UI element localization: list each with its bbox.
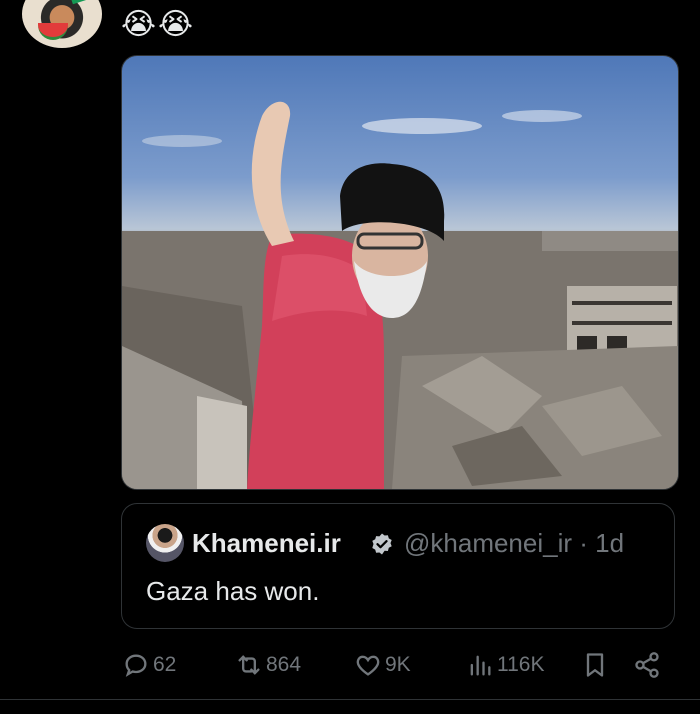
- quoted-text: Gaza has won.: [146, 576, 320, 606]
- bookmark-button[interactable]: [581, 651, 612, 679]
- reply-icon: [125, 654, 147, 677]
- author-avatar[interactable]: [22, 0, 102, 48]
- quoted-tweet[interactable]: Khamenei.ir @khamenei_ir · 1d Gaza has w…: [121, 503, 675, 629]
- post-image[interactable]: [121, 55, 679, 490]
- quoted-author-avatar[interactable]: [146, 524, 184, 562]
- handle-separator: ·: [579, 528, 588, 558]
- repost-icon: [238, 655, 260, 675]
- like-icon: [356, 655, 380, 676]
- action-bar: 62 864 9K 116K: [0, 645, 700, 689]
- share-button[interactable]: [633, 651, 664, 679]
- reply-count: 62: [153, 653, 177, 676]
- view-count: 116K: [497, 653, 545, 676]
- quoted-author-name[interactable]: Khamenei.ir: [192, 528, 341, 559]
- bookmark-icon: [586, 653, 604, 677]
- reply-button[interactable]: 62: [122, 651, 176, 679]
- quoted-handle-line: @khamenei_ir · 1d: [404, 528, 624, 559]
- verified-badge-icon: [372, 533, 392, 555]
- watermelon-graphic: [38, 23, 68, 40]
- bottom-divider: [0, 699, 700, 700]
- views-icon: [470, 655, 491, 676]
- image-scene: [122, 101, 678, 489]
- views-button[interactable]: 116K: [466, 651, 545, 679]
- like-button[interactable]: 9K: [354, 651, 411, 679]
- share-icon: [635, 652, 659, 678]
- repost-count: 864: [266, 653, 302, 676]
- flag-graphic: [68, 0, 102, 5]
- like-count: 9K: [385, 653, 411, 676]
- post-text: 😭😭: [121, 7, 196, 42]
- quoted-timestamp[interactable]: 1d: [595, 528, 624, 558]
- repost-button[interactable]: 864: [235, 651, 301, 679]
- quoted-handle[interactable]: @khamenei_ir: [404, 528, 572, 558]
